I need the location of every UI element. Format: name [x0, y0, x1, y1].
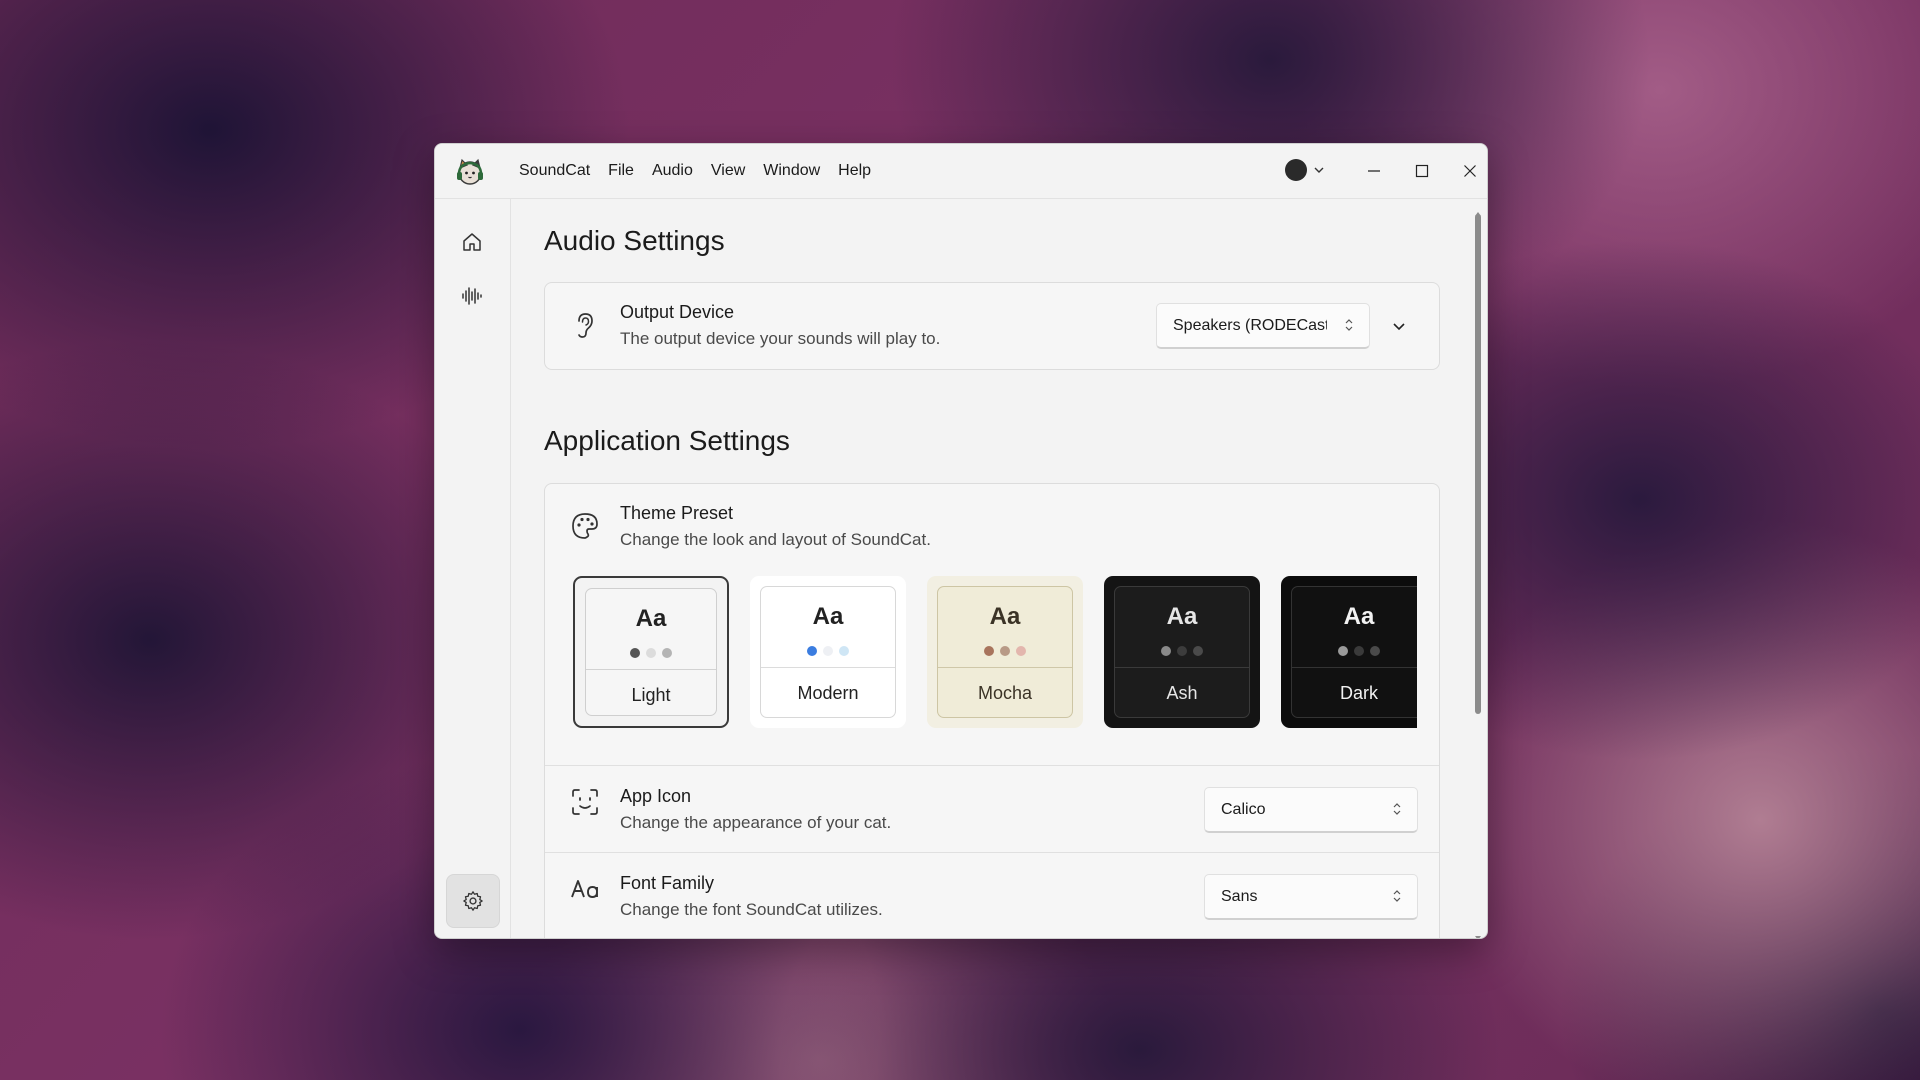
font-family-select[interactable]: Sans [1204, 874, 1418, 920]
theme-sample-text: Aa [812, 603, 844, 630]
vertical-scrollbar[interactable] [1475, 214, 1481, 714]
output-device-title: Output Device [620, 302, 735, 322]
maximize-button[interactable] [1404, 154, 1440, 188]
font-family-value: Sans [1221, 887, 1258, 905]
theme-preset-list: Aa Light Aa Modern Aa Mocha Aa Ash Aa Da… [573, 574, 1417, 734]
menu-file[interactable]: File [600, 156, 642, 186]
scroll-down-arrow[interactable] [1475, 928, 1481, 938]
theme-sample-text: Aa [1166, 603, 1198, 630]
menu-soundcat[interactable]: SoundCat [511, 156, 598, 186]
app-icon-title: App Icon [620, 786, 692, 806]
palette-icon [569, 510, 601, 542]
sidebar [435, 199, 511, 938]
chevron-down-icon [1314, 167, 1324, 173]
updown-chevron-icon [1345, 319, 1353, 331]
theme-name: Light [631, 685, 671, 705]
close-icon [1464, 165, 1476, 177]
app-icon-select[interactable]: Calico [1204, 787, 1418, 833]
theme-color-dots [761, 646, 895, 656]
avatar [1285, 159, 1307, 181]
updown-chevron-icon [1393, 890, 1401, 902]
font-family-description: Change the font SoundCat utilizes. [620, 900, 883, 919]
app-icon-description: Change the appearance of your cat. [620, 813, 892, 832]
menu-audio[interactable]: Audio [644, 156, 701, 186]
chevron-down-icon [1393, 323, 1405, 331]
settings-content: Audio Settings Output Device The output … [511, 199, 1469, 938]
sidebar-item-home[interactable] [446, 216, 498, 268]
theme-color-dots [938, 646, 1072, 656]
app-logo-cat-icon[interactable] [454, 156, 486, 188]
theme-sample-text: Aa [635, 605, 667, 632]
theme-light[interactable]: Aa Light [573, 576, 729, 728]
menu-bar: SoundCat File Audio View Window Help [511, 144, 879, 198]
maximize-icon [1415, 164, 1429, 178]
ear-icon [569, 309, 601, 341]
sidebar-item-settings[interactable] [446, 874, 500, 928]
minimize-button[interactable] [1356, 154, 1392, 188]
menu-window[interactable]: Window [755, 156, 828, 186]
font-icon [569, 873, 601, 905]
minimize-icon [1368, 170, 1380, 172]
app-icon-value: Calico [1221, 800, 1266, 818]
close-button[interactable] [1452, 154, 1487, 188]
theme-preset-description: Change the look and layout of SoundCat. [620, 530, 931, 549]
updown-chevron-icon [1393, 803, 1401, 815]
theme-name: Dark [1339, 683, 1378, 703]
account-menu-button[interactable] [1285, 159, 1325, 181]
theme-sample-text: Aa [989, 603, 1021, 630]
menu-help[interactable]: Help [830, 156, 879, 186]
theme-sample-text: Aa [1343, 603, 1375, 630]
output-device-select[interactable]: Speakers (RODECaster Pro II Main Stereo) [1156, 303, 1370, 349]
output-device-value: Speakers (RODECaster Pro II Main Stereo) [1173, 316, 1327, 334]
theme-ash[interactable]: Aa Ash [1104, 576, 1260, 728]
application-settings-card: Theme Preset Change the look and layout … [544, 483, 1440, 938]
output-device-card: Output Device The output device your sou… [544, 282, 1440, 370]
theme-color-dots [1292, 646, 1417, 656]
theme-color-dots [586, 648, 716, 658]
theme-name: Ash [1166, 683, 1198, 703]
title-bar: SoundCat File Audio View Window Help [435, 144, 1487, 199]
theme-mocha[interactable]: Aa Mocha [927, 576, 1083, 728]
gear-icon [463, 891, 483, 911]
theme-modern[interactable]: Aa Modern [750, 576, 906, 728]
scroll-up-arrow[interactable] [1475, 204, 1481, 216]
theme-name: Mocha [977, 683, 1033, 703]
waveform-icon [462, 287, 482, 305]
home-icon [463, 233, 481, 251]
divider [545, 765, 1439, 766]
face-scan-icon [569, 786, 601, 818]
theme-name: Modern [797, 683, 859, 703]
menu-view[interactable]: View [703, 156, 753, 186]
font-family-title: Font Family [620, 873, 715, 893]
output-device-description: The output device your sounds will play … [620, 329, 941, 348]
theme-color-dots [1115, 646, 1249, 656]
theme-preset-title: Theme Preset [620, 503, 734, 523]
sidebar-item-sounds[interactable] [446, 270, 498, 322]
divider [545, 852, 1439, 853]
audio-settings-heading: Audio Settings [544, 225, 725, 256]
soundcat-window: SoundCat File Audio View Window Help Aud… [434, 143, 1488, 939]
application-settings-heading: Application Settings [544, 425, 790, 456]
expand-output-button[interactable] [1384, 312, 1414, 340]
theme-dark[interactable]: Aa Dark [1281, 576, 1417, 728]
